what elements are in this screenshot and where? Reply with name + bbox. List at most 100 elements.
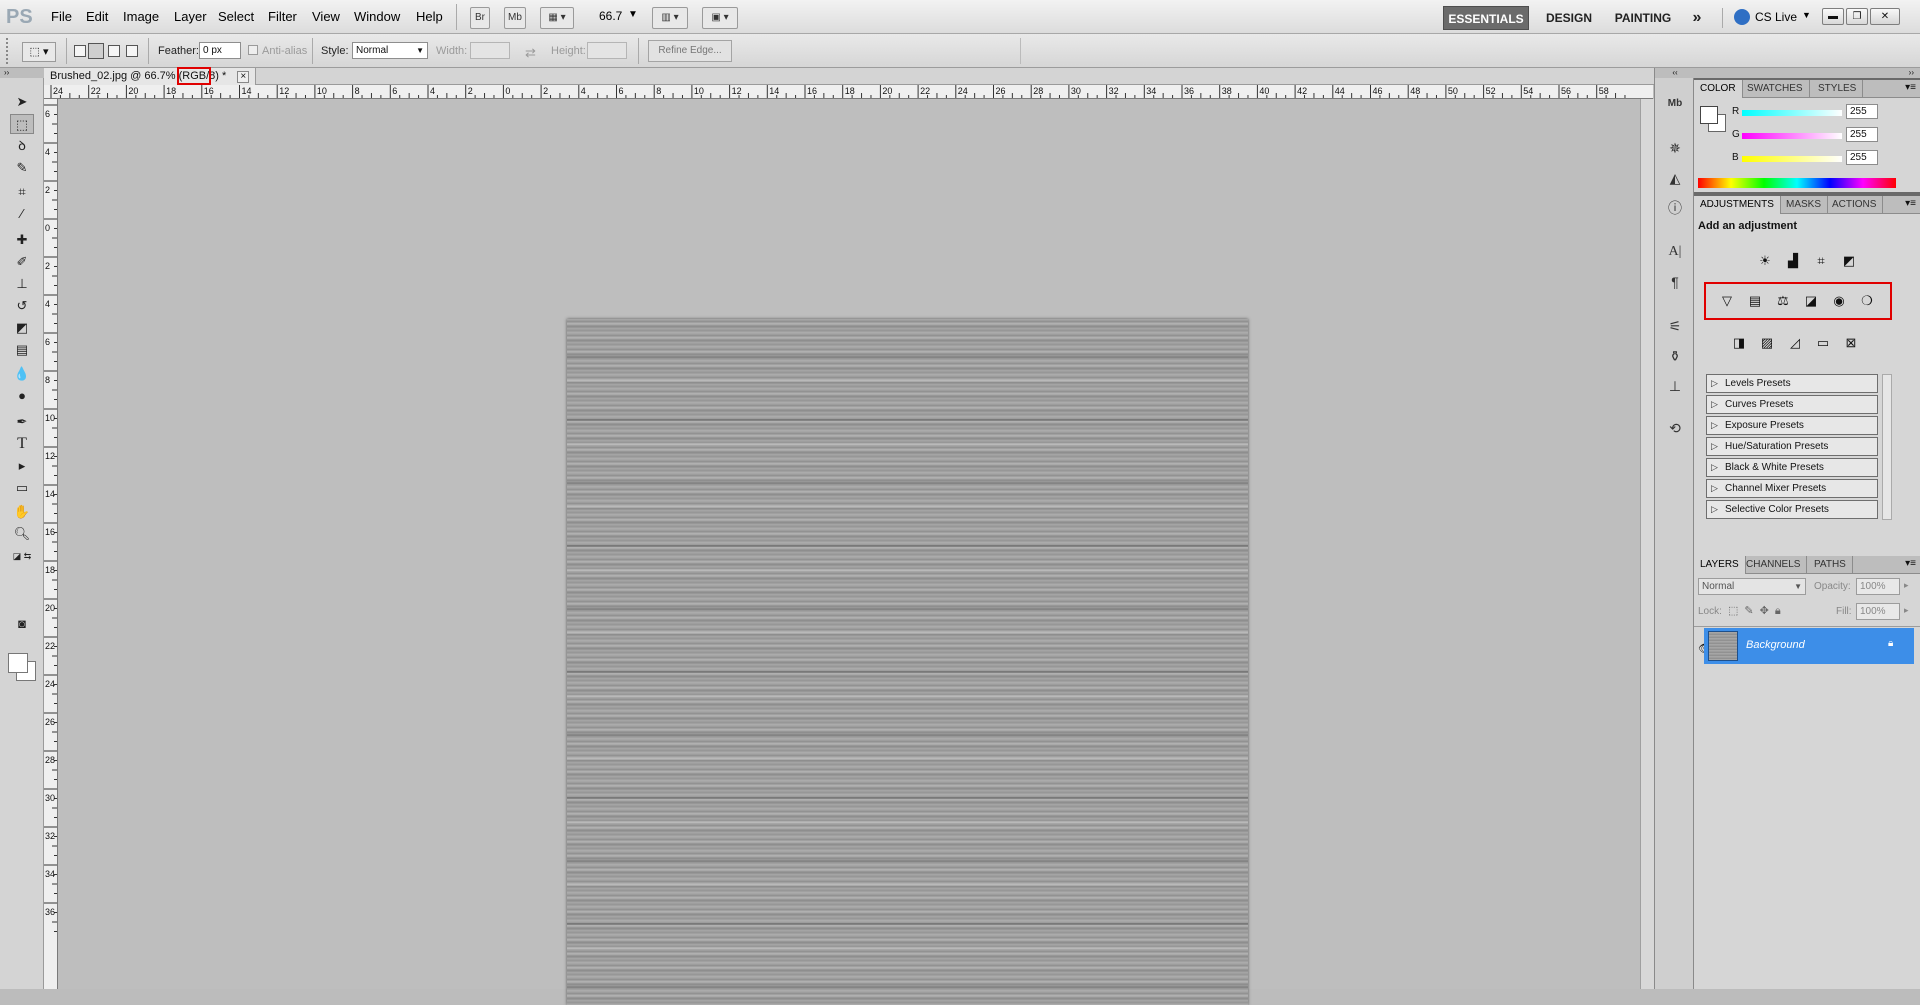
tab-adjustments[interactable]: ADJUSTMENTS bbox=[1694, 196, 1781, 214]
blend-mode-select[interactable]: Normal ▼ bbox=[1698, 578, 1806, 595]
clone-source-icon[interactable]: ⚱ bbox=[1665, 346, 1685, 366]
panel-menu-icon[interactable]: ▾≡ bbox=[1905, 198, 1916, 209]
threshold-icon[interactable]: ◿ bbox=[1784, 332, 1806, 354]
type-icon[interactable]: T bbox=[10, 434, 34, 454]
history-panel-icon[interactable]: ⟲ bbox=[1665, 418, 1685, 438]
preset-exposure[interactable]: ▷ Exposure Presets bbox=[1706, 416, 1878, 435]
vibrance-icon[interactable]: ▽ bbox=[1716, 290, 1738, 312]
screen-mode-button[interactable]: ▣ ▾ bbox=[702, 7, 738, 29]
layer-row-background[interactable]: Background 🔒︎ bbox=[1704, 628, 1914, 664]
eraser-icon[interactable]: ◩ bbox=[10, 318, 34, 338]
crop-icon[interactable]: ⌗ bbox=[10, 182, 34, 202]
paragraph-icon[interactable]: ¶ bbox=[1665, 272, 1685, 292]
menu-window[interactable]: Window bbox=[354, 9, 400, 24]
eyedropper-icon[interactable]: ⁄ bbox=[10, 204, 34, 224]
subtract-selection-icon[interactable] bbox=[108, 45, 120, 57]
tab-styles[interactable]: STYLES bbox=[1812, 80, 1864, 98]
height-input[interactable] bbox=[587, 42, 627, 59]
info-icon[interactable]: ⓘ bbox=[1665, 198, 1685, 218]
workspace-painting[interactable]: PAINTING bbox=[1610, 6, 1676, 30]
quick-selection-icon[interactable]: ✎ bbox=[10, 158, 34, 178]
chevron-down-icon[interactable]: ▼ bbox=[628, 9, 638, 20]
preset-channel-mixer[interactable]: ▷ Channel Mixer Presets bbox=[1706, 479, 1878, 498]
swap-icon[interactable]: ⇄ bbox=[525, 45, 536, 61]
workspace-design[interactable]: DESIGN bbox=[1540, 6, 1598, 30]
minimize-button[interactable]: ▬ bbox=[1822, 8, 1844, 25]
hand-icon[interactable]: ✋ bbox=[10, 502, 34, 522]
selective-color-icon[interactable]: ⊠ bbox=[1840, 332, 1862, 354]
history-brush-icon[interactable]: ↺ bbox=[10, 296, 34, 316]
curves-icon[interactable]: ⌗ bbox=[1810, 250, 1832, 272]
brushed-metal-image[interactable] bbox=[567, 319, 1248, 1005]
zoom-level[interactable]: 66.7 bbox=[599, 9, 622, 23]
histogram-icon[interactable]: ◭ bbox=[1665, 168, 1685, 188]
tab-actions[interactable]: ACTIONS bbox=[1826, 196, 1884, 214]
restore-button[interactable]: ❐ bbox=[1846, 8, 1868, 25]
style-select[interactable]: Normal ▼ bbox=[352, 42, 428, 59]
tab-masks[interactable]: MASKS bbox=[1780, 196, 1829, 214]
clone-stamp-icon[interactable]: ⊥ bbox=[10, 274, 34, 294]
preset-selective-color[interactable]: ▷ Selective Color Presets bbox=[1706, 500, 1878, 519]
pen-icon[interactable]: ✒ bbox=[10, 412, 34, 432]
preset-curves[interactable]: ▷ Curves Presets bbox=[1706, 395, 1878, 414]
green-track[interactable] bbox=[1742, 133, 1842, 139]
invert-icon[interactable]: ◨ bbox=[1728, 332, 1750, 354]
chevron-down-icon[interactable]: ▼ bbox=[1802, 10, 1811, 20]
red-value[interactable]: 255 bbox=[1846, 104, 1878, 119]
foreground-color-swatch[interactable] bbox=[8, 653, 28, 673]
black-white-icon[interactable]: ◪ bbox=[1800, 290, 1822, 312]
default-colors-icon[interactable]: ◪ ⇆ bbox=[10, 546, 34, 566]
collapse-dock-icon[interactable]: ‹‹ bbox=[1655, 68, 1695, 78]
menu-view[interactable]: View bbox=[312, 9, 340, 24]
menu-image[interactable]: Image bbox=[123, 9, 159, 24]
arrange-documents-button[interactable]: ▥ ▾ bbox=[652, 7, 688, 29]
fill-input[interactable]: 100% bbox=[1856, 603, 1900, 620]
preset-hue-saturation[interactable]: ▷ Hue/Saturation Presets bbox=[1706, 437, 1878, 456]
brush-presets-icon[interactable]: ⚟ bbox=[1665, 316, 1685, 336]
document-tab[interactable]: Brushed_02.jpg @ 66.7% (RGB/8) * × bbox=[44, 68, 257, 85]
tab-channels[interactable]: CHANNELS bbox=[1740, 556, 1808, 574]
opacity-arrow-icon[interactable]: ▸ bbox=[1904, 580, 1909, 591]
blue-value[interactable]: 255 bbox=[1846, 150, 1878, 165]
fill-arrow-icon[interactable]: ▸ bbox=[1904, 605, 1909, 616]
intersect-selection-icon[interactable] bbox=[126, 45, 138, 57]
red-track[interactable] bbox=[1742, 110, 1842, 116]
blue-track[interactable] bbox=[1742, 156, 1842, 162]
channel-mixer-icon[interactable]: ❍ bbox=[1856, 290, 1878, 312]
panel-menu-icon[interactable]: ▾≡ bbox=[1905, 558, 1916, 569]
mini-bridge-panel-icon[interactable]: Mb bbox=[1665, 94, 1685, 114]
color-spectrum[interactable] bbox=[1698, 178, 1896, 188]
preset-black-white[interactable]: ▷ Black & White Presets bbox=[1706, 458, 1878, 477]
opacity-input[interactable]: 100% bbox=[1856, 578, 1900, 595]
vertical-scrollbar[interactable] bbox=[1640, 99, 1654, 989]
gradient-map-icon[interactable]: ▭ bbox=[1812, 332, 1834, 354]
color-balance-icon[interactable]: ⚖ bbox=[1772, 290, 1794, 312]
expand-panels-icon[interactable]: ›› bbox=[1694, 68, 1920, 78]
presets-scrollbar[interactable] bbox=[1882, 374, 1892, 520]
menu-select[interactable]: Select bbox=[218, 9, 254, 24]
tab-swatches[interactable]: SWATCHES bbox=[1741, 80, 1810, 98]
menu-filter[interactable]: Filter bbox=[268, 9, 297, 24]
blur-icon[interactable]: 💧 bbox=[10, 364, 34, 384]
menu-layer[interactable]: Layer bbox=[174, 9, 207, 24]
rectangular-marquee-icon[interactable]: ⬚ bbox=[10, 114, 34, 134]
dodge-icon[interactable]: ● bbox=[10, 386, 34, 406]
workspace-essentials[interactable]: ESSENTIALS bbox=[1443, 6, 1529, 30]
green-value[interactable]: 255 bbox=[1846, 127, 1878, 142]
width-input[interactable] bbox=[470, 42, 510, 59]
tab-layers[interactable]: LAYERS bbox=[1694, 556, 1746, 574]
rectangle-shape-icon[interactable]: ▭ bbox=[10, 478, 34, 498]
panel-menu-icon[interactable]: ▾≡ bbox=[1905, 82, 1916, 93]
close-tab-icon[interactable]: × bbox=[237, 71, 250, 83]
menu-file[interactable]: File bbox=[51, 9, 72, 24]
preset-levels[interactable]: ▷ Levels Presets bbox=[1706, 374, 1878, 393]
navigator-icon[interactable]: ✵ bbox=[1665, 138, 1685, 158]
move-tool-icon[interactable]: ➤ bbox=[10, 92, 34, 112]
collapse-toolbox-icon[interactable]: ›› bbox=[0, 68, 44, 78]
brightness-contrast-icon[interactable]: ☀ bbox=[1754, 250, 1776, 272]
exposure-icon[interactable]: ◩ bbox=[1838, 250, 1860, 272]
menu-edit[interactable]: Edit bbox=[86, 9, 108, 24]
new-selection-icon[interactable] bbox=[74, 45, 86, 57]
tab-paths[interactable]: PATHS bbox=[1808, 556, 1853, 574]
cs-live-button[interactable]: CS Live bbox=[1755, 10, 1797, 24]
